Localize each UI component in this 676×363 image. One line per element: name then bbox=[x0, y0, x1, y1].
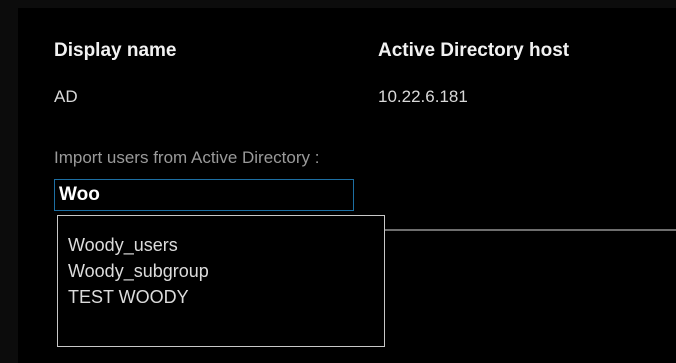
ad-host-header: Active Directory host bbox=[378, 40, 570, 61]
section-divider bbox=[384, 229, 676, 231]
autocomplete-dropdown: Woody_users Woody_subgroup TEST WOODY bbox=[57, 215, 385, 347]
suggestion-woody-subgroup[interactable]: Woody_subgroup bbox=[58, 258, 384, 284]
ad-host-value: 10.22.6.181 bbox=[378, 87, 468, 106]
display-name-header: Display name bbox=[54, 40, 177, 61]
suggestion-test-woody[interactable]: TEST WOODY bbox=[58, 284, 384, 310]
import-users-label: Import users from Active Directory : bbox=[54, 148, 320, 167]
display-name-value: AD bbox=[54, 87, 78, 106]
import-users-search-input[interactable] bbox=[54, 179, 354, 211]
suggestion-woody-users[interactable]: Woody_users bbox=[58, 232, 384, 258]
